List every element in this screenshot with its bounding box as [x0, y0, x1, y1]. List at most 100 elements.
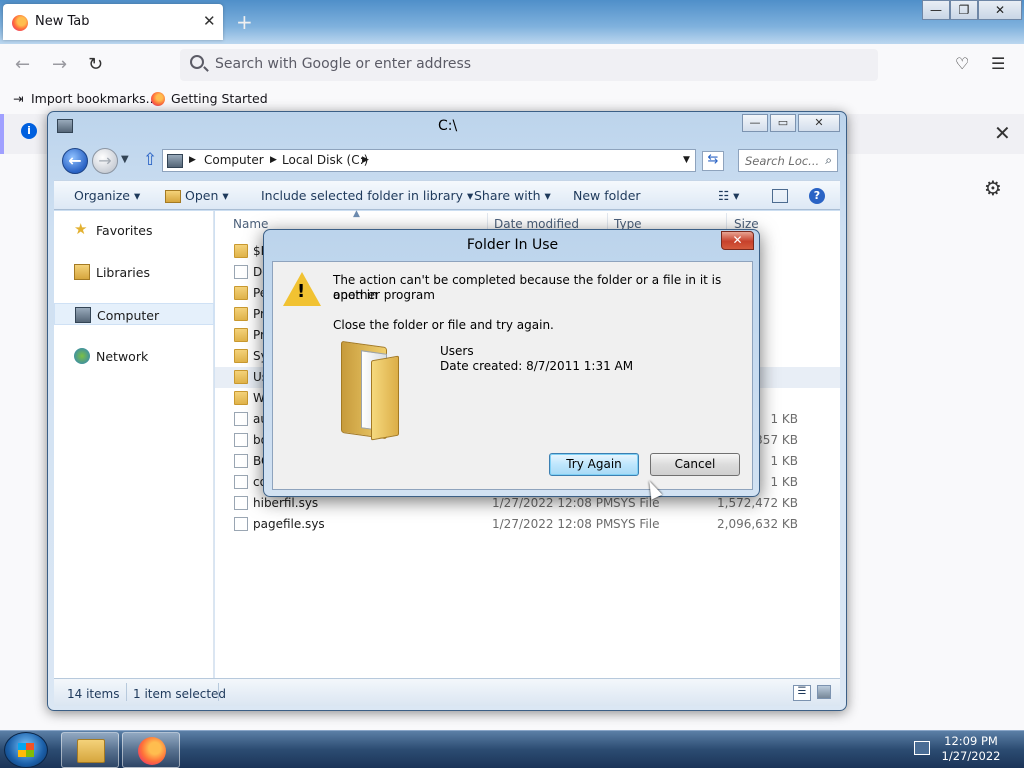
nav-label: Computer — [97, 308, 160, 323]
details-view-icon[interactable]: ☰ — [793, 685, 811, 701]
url-bar[interactable]: Search with Google or enter address — [180, 49, 878, 81]
tab-new-tab[interactable]: New Tab ✕ — [3, 4, 223, 40]
shortcut-icon — [234, 265, 248, 279]
forward-arrow-icon[interactable]: → — [52, 54, 67, 75]
search-icon — [190, 55, 204, 69]
restore-button[interactable]: ❐ — [950, 0, 978, 20]
file-size: 1,572,472 KB — [717, 496, 798, 510]
new-folder-button[interactable]: New folder — [573, 188, 641, 203]
status-divider — [218, 683, 219, 701]
star-icon: ★ — [74, 220, 88, 238]
file-type: SYS File — [613, 517, 660, 531]
dialog-message-cont: another program — [333, 288, 435, 302]
clock[interactable]: 12:09 PM 1/27/2022 — [940, 734, 1002, 764]
info-icon: i — [21, 123, 37, 139]
open-folder-icon — [165, 190, 181, 203]
new-tab-icon[interactable]: + — [236, 10, 253, 34]
nav-item-libraries[interactable]: Libraries — [54, 261, 214, 283]
breadcrumb-separator-icon: ▶ — [189, 155, 196, 165]
close-button[interactable]: ✕ — [978, 0, 1022, 20]
import-bookmarks-icon: ⇥ — [13, 91, 24, 106]
reload-icon[interactable]: ↻ — [88, 54, 103, 75]
computer-icon — [75, 307, 91, 323]
item-count: 14 items — [67, 687, 120, 701]
large-icons-view-icon[interactable] — [817, 685, 831, 699]
dialog-title: Folder In Use — [466, 237, 559, 253]
nav-label: Favorites — [96, 223, 153, 238]
nav-item-network[interactable]: Network — [54, 345, 214, 367]
getting-started-link[interactable]: Getting Started — [171, 91, 268, 106]
network-icon — [74, 348, 90, 364]
selection-count: 1 item selected — [133, 687, 227, 701]
cancel-button[interactable]: Cancel — [650, 453, 740, 476]
forward-button[interactable]: → — [92, 148, 118, 174]
folder-icon — [234, 391, 248, 405]
back-arrow-icon[interactable]: ← — [15, 54, 30, 75]
share-with-button[interactable]: Share with ▾ — [474, 188, 551, 203]
nav-item-favorites[interactable]: ★ Favorites — [54, 219, 214, 241]
breadcrumb-computer[interactable]: Computer — [204, 153, 264, 167]
folder-icon — [234, 286, 248, 300]
file-name: hiberfil.sys — [253, 496, 319, 510]
recent-dropdown-icon[interactable]: ▼ — [121, 154, 129, 165]
preview-pane-icon[interactable] — [772, 189, 788, 203]
clock-time: 12:09 PM — [944, 734, 998, 748]
column-header-name[interactable]: Name — [233, 217, 268, 231]
table-row[interactable]: pagefile.sys 1/27/2022 12:08 PM SYS File 2,… — [215, 514, 840, 535]
tab-strip: New Tab ✕ + — ❐ ✕ — [0, 0, 1024, 44]
file-date: 1/27/2022 12:08 PM — [492, 496, 614, 510]
breadcrumb-separator-icon: ▶ — [270, 155, 277, 165]
navigation-toolbar: ← → ↻ Search with Google or enter addres… — [0, 44, 1024, 86]
command-bar: Organize ▾ Open ▾ Include selected folde… — [54, 180, 840, 210]
back-button[interactable]: ← — [62, 148, 88, 174]
include-library-button[interactable]: Include selected folder in library ▾ — [261, 188, 473, 203]
bookmarks-toolbar: ⇥ Import bookmarks... Getting Started — [0, 86, 1024, 112]
sort-arrow-icon: ▲ — [353, 209, 360, 219]
window-title: C:\ — [438, 118, 458, 134]
file-size: 1 KB — [770, 412, 798, 426]
import-bookmarks-link[interactable]: Import bookmarks... — [31, 91, 158, 106]
search-input[interactable]: Search Loc... ⌕ — [738, 149, 838, 172]
address-dropdown-icon[interactable]: ▼ — [683, 155, 690, 165]
firefox-taskbar-button[interactable] — [122, 732, 180, 768]
maximize-button[interactable]: ▭ — [770, 114, 796, 132]
file-size: 1 KB — [770, 454, 798, 468]
help-icon[interactable]: ? — [809, 188, 825, 204]
clock-date: 1/27/2022 — [941, 749, 1001, 763]
tab-title: New Tab — [35, 14, 90, 29]
open-button[interactable]: Open ▾ — [185, 188, 229, 203]
up-arrow-icon[interactable]: ⇧ — [143, 150, 157, 170]
firefox-icon — [12, 15, 28, 31]
file-icon — [234, 454, 248, 468]
folder-icon — [77, 739, 105, 763]
gear-icon[interactable]: ⚙ — [984, 176, 1002, 200]
start-button[interactable] — [4, 732, 48, 768]
organize-button[interactable]: Organize ▾ — [74, 188, 140, 203]
item-date-created: Date created: 8/7/2011 1:31 AM — [440, 359, 634, 373]
menu-icon[interactable]: ☰ — [991, 54, 1005, 73]
nav-item-computer[interactable]: Computer — [54, 303, 214, 325]
minimize-button[interactable]: — — [742, 114, 768, 132]
taskbar: 12:09 PM 1/27/2022 — [0, 730, 1024, 768]
network-tray-icon[interactable] — [914, 741, 930, 755]
folder-icon — [234, 328, 248, 342]
dialog-instruction: Close the folder or file and try again. — [333, 318, 554, 332]
notification-close-icon[interactable]: ✕ — [994, 121, 1011, 145]
tab-close-icon[interactable]: ✕ — [203, 12, 216, 30]
close-button[interactable]: ✕ — [798, 114, 840, 132]
folder-icon — [234, 244, 248, 258]
folder-icon — [234, 370, 248, 384]
file-icon — [234, 517, 248, 531]
refresh-icon[interactable]: ⇆ — [702, 151, 724, 171]
item-name: Users — [440, 344, 474, 358]
minimize-button[interactable]: — — [922, 0, 950, 20]
explorer-taskbar-button[interactable] — [61, 732, 119, 768]
navigation-pane: ★ Favorites Libraries Computer Network — [54, 211, 214, 678]
try-again-button[interactable]: Try Again — [549, 453, 639, 476]
file-size: 357 KB — [755, 433, 798, 447]
view-options-icon[interactable]: ☷ ▾ — [718, 188, 739, 203]
pocket-icon[interactable]: ♡ — [955, 54, 969, 73]
address-bar[interactable]: ▶ Computer ▶ Local Disk (C:) ▶ ▼ — [162, 149, 696, 172]
breadcrumb-local-disk[interactable]: Local Disk (C:) — [282, 153, 368, 167]
dialog-close-icon[interactable]: ✕ — [721, 231, 754, 250]
